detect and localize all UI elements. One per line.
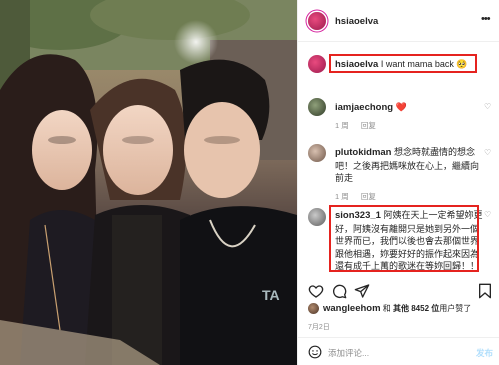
comment-text: plutokidman 想念時就盡情的想念吧！之後再把媽咪放在心上，繼續向前走 [335,146,483,185]
post-comment-button[interactable]: 发布 [476,347,493,359]
commenter-avatar[interactable] [308,144,326,162]
heart-outline-icon[interactable] [308,283,324,299]
action-bar [298,283,499,303]
comment-meta: 1 周 回复 [335,191,386,202]
comment-bubble-icon[interactable] [331,283,347,299]
comment-input[interactable]: 添加评论... [328,347,369,359]
comment-username[interactable]: plutokidman [335,147,391,158]
comment-username[interactable]: iamjaechong [335,102,393,113]
svg-text:TA: TA [262,287,280,303]
commenter-avatar[interactable] [308,208,326,226]
caption-avatar[interactable] [308,55,326,73]
likes-summary: wangleehom 和 其他 8452 位用户赞了 [308,303,498,315]
add-comment-bar: 添加评论... 发布 [298,337,499,365]
post-photo: TA [0,0,297,365]
likes-others[interactable]: 其他 8452 位 [393,304,439,313]
heart-emoji: ❤️ [395,102,407,112]
post-date: 7月2日 [308,324,330,331]
comment-like-icon[interactable]: ♡ [484,102,491,111]
liker-avatar[interactable] [308,303,319,315]
reply-link[interactable]: 回复 [361,121,376,130]
comment-like-icon[interactable]: ♡ [484,210,491,219]
highlight-box-comment [329,205,479,272]
commenter-avatar[interactable] [308,98,326,116]
smiley-face-icon[interactable] [308,345,322,359]
comment-time: 1 周 [335,121,349,130]
comment-text: iamjaechong ❤️ [335,101,483,115]
more-horizontal-icon[interactable]: ••• [481,13,491,25]
post-header: hsiaoelva ••• [298,0,499,42]
likes-suffix: 用户赞了 [439,304,472,313]
author-username[interactable]: hsiaoelva [335,16,378,27]
comment-like-icon[interactable]: ♡ [484,148,491,157]
paper-plane-icon[interactable] [354,283,370,299]
comment-time: 1 周 [335,192,349,201]
liker-username[interactable]: wangleehom [323,303,381,314]
likes-connector: 和 [382,304,391,313]
author-avatar[interactable] [308,12,326,30]
reply-link[interactable]: 回复 [361,192,376,201]
comment-meta: 1 周 回复 [335,120,386,131]
post-photo-illustration: TA [0,0,297,365]
highlight-box-caption [329,54,477,73]
bookmark-icon[interactable] [478,283,492,299]
post-panel: hsiaoelva ••• hsiaoelva I want mama back… [297,0,499,365]
